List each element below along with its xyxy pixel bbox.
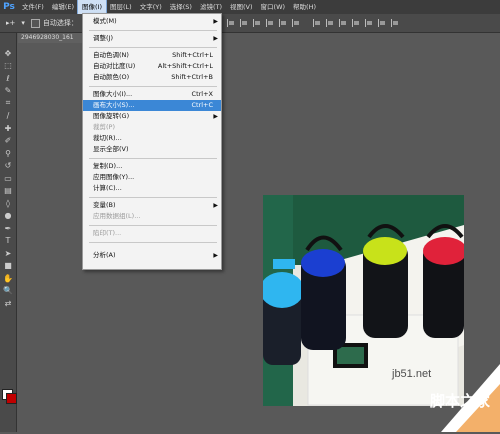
submenu-arrow-icon: ▶ (213, 202, 218, 209)
menu-item-apply-data-set[interactable]: 应用数据组(L)... (83, 211, 221, 222)
align-left-icon[interactable] (225, 18, 235, 28)
menu-edit[interactable]: 编辑(E) (48, 0, 78, 14)
menu-item-auto-color[interactable]: 自动颜色(O) Shift+Ctrl+B (83, 72, 221, 83)
submenu-arrow-icon: ▶ (213, 113, 218, 120)
menu-item-image-size[interactable]: 图像大小(I)... Ctrl+X (83, 89, 221, 100)
align-right-icon[interactable] (251, 18, 261, 28)
align-top-icon[interactable] (264, 18, 274, 28)
brush-icon[interactable]: ✐ (0, 135, 16, 148)
auto-select-label: 自动选择： (42, 19, 78, 27)
submenu-arrow-icon: ▶ (213, 35, 218, 42)
menu-item-variables[interactable]: 变量(B) ▶ (83, 200, 221, 211)
marquee-icon[interactable]: ⬚ (0, 60, 16, 73)
auto-select-option[interactable]: 自动选择： (30, 18, 78, 28)
quick-select-icon[interactable]: ✎ (0, 85, 16, 98)
menu-filter[interactable]: 滤镜(T) (196, 0, 226, 14)
path-select-icon[interactable]: ➤ (0, 247, 16, 260)
menu-item-canvas-size[interactable]: 画布大小(S)... Ctrl+C (83, 100, 221, 111)
tool-preset-dropdown[interactable]: ▾ (21, 19, 25, 27)
watermark: jb51.net 脚本之家 (386, 364, 500, 432)
menu-item-trim[interactable]: 裁切(R)... (83, 133, 221, 144)
menu-item-trap[interactable]: 陷印(T)... (83, 228, 221, 239)
auto-align-icon[interactable] (389, 18, 399, 28)
menu-item-duplicate[interactable]: 复制(D)... (83, 161, 221, 172)
menu-item-apply-image[interactable]: 应用图像(Y)... (83, 172, 221, 183)
document-tab[interactable]: 2946928030_161 (18, 33, 91, 43)
menu-window[interactable]: 窗口(W) (257, 0, 290, 14)
swap-colors-icon[interactable]: ⇄ (0, 297, 16, 310)
menu-item-calculations[interactable]: 计算(C)... (83, 183, 221, 194)
auto-select-checkbox[interactable] (30, 18, 40, 28)
menu-item-image-rotation[interactable]: 图像旋转(G) ▶ (83, 111, 221, 122)
menu-help[interactable]: 帮助(H) (289, 0, 320, 14)
distribute-right-icon[interactable] (376, 18, 386, 28)
distribute-left-icon[interactable] (350, 18, 360, 28)
blur-icon[interactable]: ◊ (0, 197, 16, 210)
distribute-center-icon[interactable] (363, 18, 373, 28)
tools-panel: ✥ ⬚ ℓ ✎ ⌗ ∕ ✚ ✐ ⚲ ↺ ▭ ▤ ◊ ● ✒ T ➤ ■ ✋ 🔍 … (0, 33, 17, 432)
menu-item-reveal-all[interactable]: 显示全部(V) (83, 144, 221, 155)
pen-icon[interactable]: ✒ (0, 222, 16, 235)
watermark-domain: jb51.net (392, 368, 432, 380)
history-brush-icon[interactable]: ↺ (0, 160, 16, 173)
menu-item-auto-tone[interactable]: 自动色调(N) Shift+Ctrl+L (83, 50, 221, 61)
type-icon[interactable]: T (0, 235, 16, 248)
submenu-arrow-icon: ▶ (213, 18, 218, 25)
distribute-top-icon[interactable] (311, 18, 321, 28)
distribute-middle-icon[interactable] (324, 18, 334, 28)
menu-item-adjustments[interactable]: 调整(J) ▶ (83, 33, 221, 44)
shape-icon[interactable]: ■ (0, 260, 16, 273)
zoom-icon[interactable]: 🔍 (0, 285, 16, 298)
distribute-bottom-icon[interactable] (337, 18, 347, 28)
watermark-text: 脚本之家 (430, 392, 491, 410)
image-menu-dropdown: 模式(M) ▶ 调整(J) ▶ 自动色调(N) Shift+Ctrl+L 自动对… (82, 13, 222, 270)
align-middle-icon[interactable] (277, 18, 287, 28)
clone-stamp-icon[interactable]: ⚲ (0, 147, 16, 160)
hand-icon[interactable]: ✋ (0, 272, 16, 285)
healing-icon[interactable]: ✚ (0, 122, 16, 135)
submenu-arrow-icon: ▶ (213, 252, 218, 259)
move-tool-icon[interactable]: ▸+ (6, 19, 15, 27)
menu-item-mode[interactable]: 模式(M) ▶ (83, 16, 221, 27)
menu-type[interactable]: 文字(Y) (136, 0, 166, 14)
move-icon[interactable]: ✥ (0, 47, 16, 60)
menu-item-analysis[interactable]: 分析(A) ▶ (83, 250, 221, 261)
crop-icon[interactable]: ⌗ (0, 97, 16, 110)
menu-layer[interactable]: 图层(L) (106, 0, 136, 14)
menu-image[interactable]: 图像(I) (77, 0, 107, 15)
eraser-icon[interactable]: ▭ (0, 172, 16, 185)
photoshop-logo: Ps (3, 2, 15, 12)
gradient-icon[interactable]: ▤ (0, 185, 16, 198)
align-center-icon[interactable] (238, 18, 248, 28)
background-color-swatch[interactable] (6, 393, 17, 404)
menu-file[interactable]: 文件(F) (18, 0, 48, 14)
menu-select[interactable]: 选择(S) (166, 0, 196, 14)
eyedropper-icon[interactable]: ∕ (0, 110, 16, 123)
menu-item-crop[interactable]: 裁剪(P) (83, 122, 221, 133)
menu-view[interactable]: 视图(V) (226, 0, 257, 14)
align-bottom-icon[interactable] (290, 18, 300, 28)
options-bar: ▸+ ▾ 自动选择： (0, 14, 500, 33)
menu-bar: Ps 文件(F) 编辑(E) 图像(I) 图层(L) 文字(Y) 选择(S) 滤… (0, 0, 500, 15)
dodge-icon[interactable]: ● (0, 210, 16, 223)
menu-item-auto-contrast[interactable]: 自动对比度(U) Alt+Shift+Ctrl+L (83, 61, 221, 72)
lasso-icon[interactable]: ℓ (0, 72, 16, 85)
